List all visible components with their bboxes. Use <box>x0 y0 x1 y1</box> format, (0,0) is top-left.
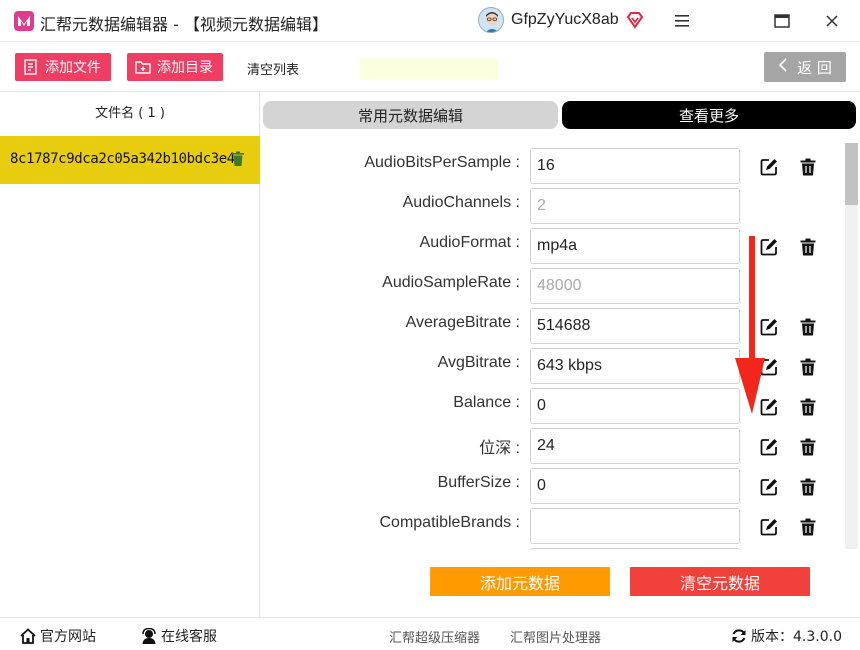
delete-icon[interactable] <box>800 238 816 256</box>
metadata-value-input[interactable] <box>530 548 740 550</box>
metadata-row-partial <box>262 544 844 550</box>
metadata-value-input[interactable]: 16 <box>530 148 740 184</box>
delete-icon[interactable] <box>800 158 816 176</box>
refresh-icon <box>731 628 747 644</box>
metadata-value-input[interactable]: 0 <box>530 388 740 424</box>
version-info[interactable]: 版本：4.3.0.0 <box>731 626 842 646</box>
metadata-value-input[interactable]: mp4a <box>530 228 740 264</box>
delete-icon[interactable] <box>800 318 816 336</box>
file-list-item[interactable]: 8c1787c9dca2c05a342b10bdc3e4 <box>0 136 260 184</box>
app-window: 汇帮元数据编辑器 - 【视频元数据编辑】 GfpZyYucX8ab 添加文件 添… <box>0 0 860 650</box>
title-bar: 汇帮元数据编辑器 - 【视频元数据编辑】 GfpZyYucX8ab <box>0 0 860 42</box>
official-website-link[interactable]: 官方网站 <box>20 626 96 646</box>
delete-icon[interactable] <box>800 518 816 536</box>
file-list-panel: 文件名 ( 1 ) 8c1787c9dca2c05a342b10bdc3e4 <box>0 92 260 617</box>
app-logo-icon <box>14 11 34 31</box>
version-label: 版本：4.3.0.0 <box>751 629 842 645</box>
metadata-label: 位深 : <box>479 440 520 457</box>
edit-icon[interactable] <box>760 438 778 456</box>
metadata-scrollbar[interactable] <box>845 143 858 549</box>
scrollbar-thumb[interactable] <box>845 143 858 205</box>
back-label: 返 回 <box>797 58 832 77</box>
file-name: 8c1787c9dca2c05a342b10bdc3e4 <box>10 151 235 167</box>
metadata-label: AverageBitrate : <box>405 314 520 331</box>
close-icon[interactable] <box>820 9 844 33</box>
window-title: 汇帮元数据编辑器 - 【视频元数据编辑】 <box>40 15 328 34</box>
online-support-label: 在线客服 <box>161 629 217 645</box>
metadata-label: AudioFormat : <box>419 234 520 251</box>
metadata-value-readonly: 2 <box>530 188 740 224</box>
menu-icon[interactable] <box>670 9 694 33</box>
red-arrow-down-icon <box>730 236 770 416</box>
compressor-app-link[interactable]: 汇帮超级压缩器 <box>389 627 480 646</box>
delete-icon[interactable] <box>800 438 816 456</box>
edit-icon[interactable] <box>760 158 778 176</box>
toolbar: 添加文件 添加目录 清空列表 返 回 <box>0 42 860 92</box>
edit-icon[interactable] <box>760 478 778 496</box>
file-list-header: 文件名 ( 1 ) <box>95 106 165 121</box>
footer: 官方网站 在线客服 汇帮超级压缩器 汇帮图片处理器 版本：4.3.0.0 <box>0 617 860 650</box>
clear-list-button[interactable]: 清空列表 <box>247 59 299 78</box>
metadata-row: 位深 : 24 <box>262 424 844 464</box>
tab-view-more[interactable]: 查看更多 <box>562 101 856 129</box>
delete-icon[interactable] <box>800 478 816 496</box>
metadata-label: BufferSize : <box>437 474 520 491</box>
add-directory-label: 添加目录 <box>157 60 213 76</box>
metadata-label: Balance : <box>453 394 520 411</box>
delete-icon[interactable] <box>800 358 816 376</box>
add-file-button[interactable]: 添加文件 <box>15 53 111 81</box>
metadata-value-input[interactable]: 514688 <box>530 308 740 344</box>
metadata-value-readonly: 48000 <box>530 268 740 304</box>
image-processor-app-link[interactable]: 汇帮图片处理器 <box>510 627 601 646</box>
metadata-row: AudioChannels : 2 <box>262 184 844 224</box>
add-folder-icon <box>135 59 151 75</box>
delete-icon[interactable] <box>800 398 816 416</box>
metadata-row: BufferSize : 0 <box>262 464 844 504</box>
maximize-icon[interactable] <box>770 9 794 33</box>
home-icon <box>20 628 36 644</box>
metadata-label: AudioSampleRate : <box>382 274 520 291</box>
username[interactable]: GfpZyYucX8ab <box>511 11 619 29</box>
add-file-icon <box>23 59 39 75</box>
add-directory-button[interactable]: 添加目录 <box>127 53 223 81</box>
delete-file-icon[interactable] <box>231 151 245 167</box>
metadata-value-input[interactable]: 0 <box>530 468 740 504</box>
add-metadata-button[interactable]: 添加元数据 <box>430 567 610 596</box>
vip-diamond-icon[interactable] <box>625 10 645 30</box>
online-support-link[interactable]: 在线客服 <box>141 626 217 646</box>
metadata-value-input[interactable] <box>530 508 740 544</box>
chevron-left-icon <box>778 58 787 76</box>
metadata-row: CompatibleBrands : <box>262 504 844 544</box>
user-avatar[interactable] <box>478 7 504 33</box>
metadata-label: AudioChannels : <box>402 194 520 211</box>
add-file-label: 添加文件 <box>45 60 101 76</box>
back-button[interactable]: 返 回 <box>764 52 846 82</box>
toolbar-placeholder <box>360 58 498 80</box>
support-agent-icon <box>141 627 157 644</box>
metadata-label: AudioBitsPerSample : <box>364 154 520 171</box>
metadata-value-input[interactable]: 24 <box>530 428 740 464</box>
metadata-value-input[interactable]: 643 kbps <box>530 348 740 384</box>
edit-icon[interactable] <box>760 518 778 536</box>
official-website-label: 官方网站 <box>40 629 96 645</box>
tab-common-metadata[interactable]: 常用元数据编辑 <box>263 101 558 129</box>
metadata-label: AvgBitrate : <box>437 354 520 371</box>
metadata-label: CompatibleBrands : <box>379 514 520 531</box>
metadata-row: AudioBitsPerSample : 16 <box>262 144 844 184</box>
clear-metadata-button[interactable]: 清空元数据 <box>630 567 810 596</box>
